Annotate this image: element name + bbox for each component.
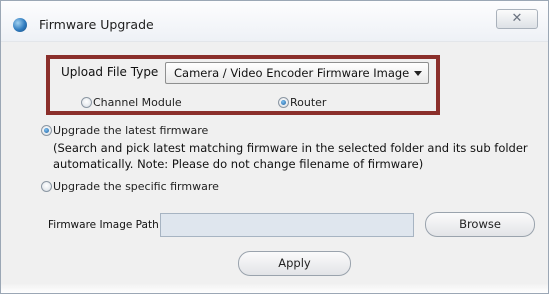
channel-module-radio[interactable] xyxy=(81,97,92,108)
channel-module-label: Channel Module xyxy=(93,96,182,109)
firmware-image-path-label: Firmware Image Path xyxy=(48,219,159,231)
description-line-1: (Search and pick latest matching firmwar… xyxy=(53,141,528,155)
upgrade-specific-radio[interactable] xyxy=(41,181,52,192)
close-icon: ✕ xyxy=(511,11,523,26)
description-line-2: automatically. Note: Please do not chang… xyxy=(53,157,424,171)
browse-button[interactable]: Browse xyxy=(425,212,535,237)
upload-file-type-label: Upload File Type xyxy=(61,65,159,79)
upload-file-type-select[interactable]: Camera / Video Encoder Firmware Image xyxy=(165,62,429,84)
upgrade-latest-description: (Search and pick latest matching firmwar… xyxy=(53,140,533,172)
title-bar[interactable]: Firmware Upgrade ✕ xyxy=(1,1,548,42)
close-button[interactable]: ✕ xyxy=(496,9,538,29)
chevron-down-icon xyxy=(414,71,422,76)
router-radio[interactable] xyxy=(278,97,289,108)
upgrade-latest-radio[interactable] xyxy=(41,125,52,136)
window-title: Firmware Upgrade xyxy=(39,17,154,32)
bottom-fade xyxy=(1,283,548,293)
firmware-upgrade-dialog: Firmware Upgrade ✕ Upload File Type Came… xyxy=(0,0,549,294)
app-globe-icon xyxy=(13,18,27,32)
upgrade-latest-label: Upgrade the latest firmware xyxy=(53,124,209,137)
apply-button[interactable]: Apply xyxy=(238,251,351,276)
upload-file-type-value: Camera / Video Encoder Firmware Image xyxy=(174,66,410,80)
firmware-image-path-field[interactable] xyxy=(160,213,414,237)
upgrade-specific-label: Upgrade the specific firmware xyxy=(53,180,219,193)
router-label: Router xyxy=(290,96,327,109)
